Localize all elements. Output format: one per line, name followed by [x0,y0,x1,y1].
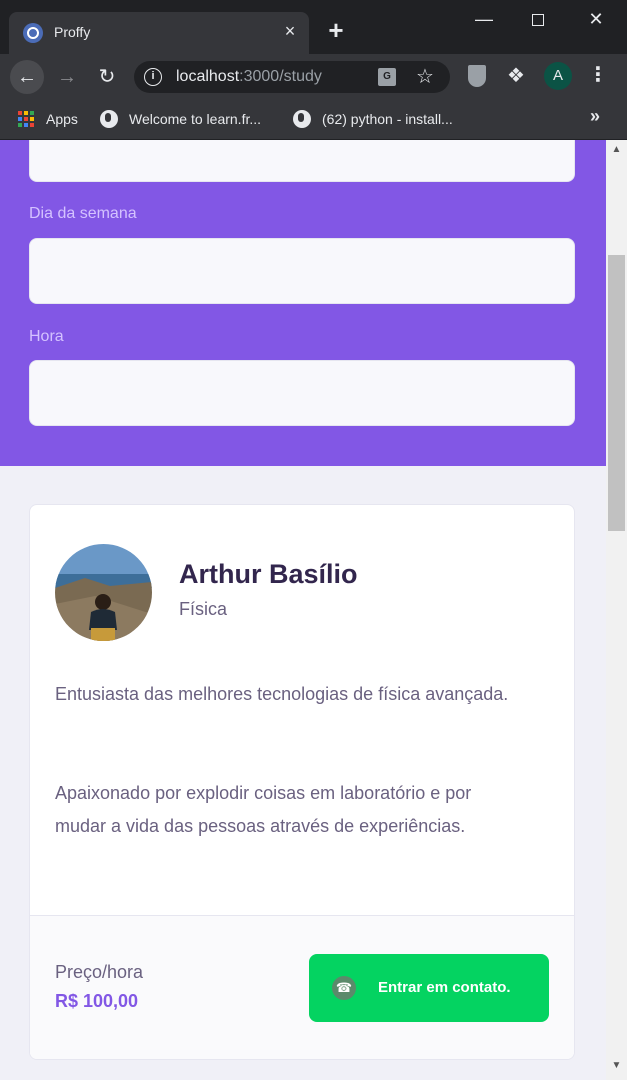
proffy-favicon-icon [23,23,43,43]
card-footer: Preço/hora R$ 100,00 ☎ Entrar em contato… [30,915,574,1059]
scroll-up-arrow-icon[interactable]: ▲ [606,144,627,158]
reload-button[interactable]: ↻ [90,60,124,94]
price-value: R$ 100,00 [55,991,139,1011]
teacher-subject: Física [179,599,228,619]
contact-button[interactable]: ☎ Entrar em contato. [309,954,549,1022]
bookmarks-bar: Apps Welcome to learn.fr... (62) python … [0,100,627,140]
teacher-avatar [55,544,152,641]
bookmark-label: (62) python - install... [322,111,453,127]
page-viewport: Dia da semana Hora Arthur Basílio Física… [0,140,606,1080]
forward-button[interactable]: → [50,60,84,94]
more-bookmarks-button[interactable]: » [590,106,600,127]
whatsapp-icon: ☎ [332,976,356,1000]
globe-icon [100,110,118,128]
back-button[interactable]: ← [10,60,44,94]
bookmark-label: Welcome to learn.fr... [129,111,262,127]
extensions-puzzle-icon[interactable]: ❖ [507,63,525,88]
price-label: Preço/hora [55,962,144,982]
globe-icon [293,110,311,128]
time-input[interactable] [29,360,575,426]
maximize-icon [532,14,544,27]
time-label: Hora [29,328,64,345]
minimize-button[interactable]: — [461,6,507,36]
week-day-select[interactable] [29,238,575,304]
close-window-button[interactable]: ✕ [573,6,619,36]
scrollbar-thumb[interactable] [608,255,625,531]
browser-toolbar: ← → ↻ i localhost:3000/study G ☆ ❖ A ⋮ [0,54,627,100]
browser-menu-icon[interactable]: ⋮ [588,62,608,87]
week-day-label: Dia da semana [29,205,137,222]
bookmark-python[interactable]: (62) python - install... [293,108,453,130]
teacher-card: Arthur Basílio Física Entusiasta das mel… [29,504,575,1060]
teacher-bio-paragraph: Apaixonado por explodir coisas em labora… [55,783,472,836]
bookmark-label: Apps [46,111,78,127]
address-bar[interactable]: i localhost:3000/study G ☆ [134,61,450,93]
new-tab-button[interactable]: + [322,16,350,44]
browser-titlebar: Proffy × + — ✕ [0,0,627,54]
apps-grid-icon [18,111,34,127]
shield-extension-icon[interactable] [468,65,486,87]
teacher-photo-icon [55,544,152,641]
page-scrollbar[interactable]: ▲ ▼ [606,140,627,1080]
subject-select[interactable] [29,140,575,182]
search-form-header: Dia da semana Hora [0,140,606,466]
browser-tab[interactable]: Proffy × [9,12,309,54]
bookmark-star-icon[interactable]: ☆ [416,64,434,89]
bookmark-learn[interactable]: Welcome to learn.fr... [100,108,261,130]
maximize-button[interactable] [515,6,561,36]
tab-title: Proffy [54,24,91,40]
teacher-bio-paragraph: Entusiasta das melhores tecnologias de f… [55,684,509,704]
teacher-name: Arthur Basílio [179,559,358,589]
scroll-down-arrow-icon[interactable]: ▼ [606,1060,627,1074]
translate-icon[interactable]: G [378,68,396,86]
contact-button-label: Entrar em contato. [378,979,511,996]
tab-close-button[interactable]: × [279,20,301,42]
info-icon[interactable]: i [144,68,162,86]
url-text[interactable]: localhost:3000/study [176,68,322,86]
profile-avatar[interactable]: A [544,62,572,90]
bookmark-apps[interactable]: Apps [18,108,78,130]
